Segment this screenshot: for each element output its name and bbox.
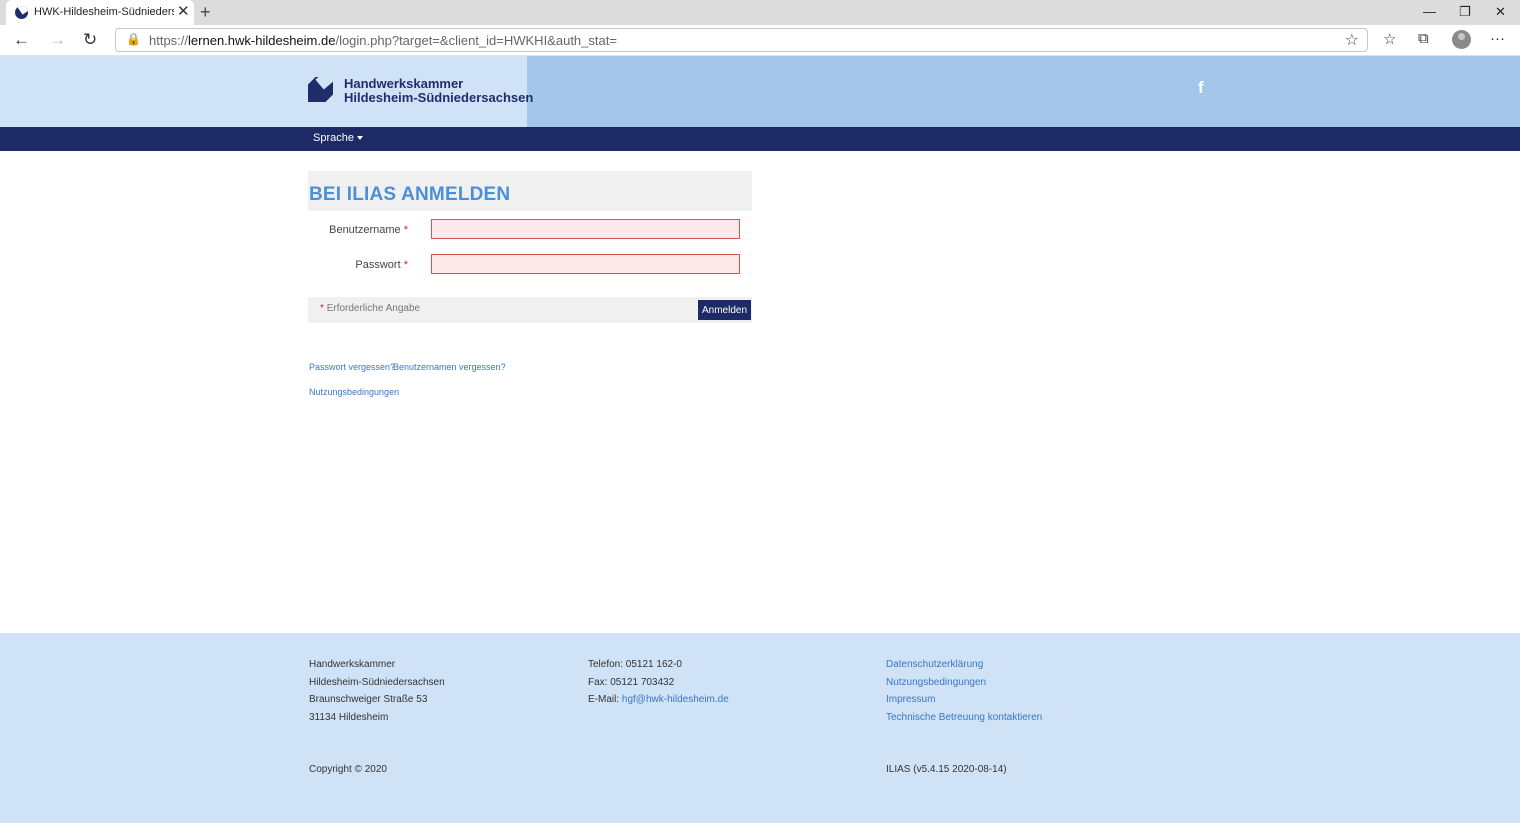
login-button[interactable]: Anmelden	[698, 300, 751, 320]
close-tab-icon[interactable]: ✕	[177, 4, 190, 20]
caret-down-icon	[356, 136, 363, 141]
forgot-password-link[interactable]: Passwort vergessen?	[309, 362, 395, 372]
forgot-username-link[interactable]: Benutzernamen vergessen?	[393, 362, 506, 372]
hwk-logo-icon[interactable]	[308, 77, 333, 102]
password-label: Passwort *	[355, 259, 408, 271]
profile-avatar-icon[interactable]	[1452, 30, 1471, 49]
required-note: * Erforderliche Angabe	[320, 303, 421, 314]
new-tab-button[interactable]: +	[200, 2, 211, 22]
privacy-link[interactable]: Datenschutzerklärung	[886, 656, 1042, 674]
footer-fax: Fax: 05121 703432	[588, 676, 675, 688]
ilias-version: ILIAS (v5.4.15 2020-08-14)	[886, 764, 1007, 775]
site-favicon-icon	[15, 6, 28, 19]
favorites-icon[interactable]: ☆	[1383, 30, 1396, 48]
facebook-icon[interactable]: f	[1198, 78, 1204, 98]
email-link[interactable]: hgf@hwk-hildesheim.de	[622, 694, 729, 705]
more-menu-icon[interactable]: ···	[1490, 30, 1505, 47]
language-dropdown[interactable]: Sprache	[313, 132, 363, 144]
footer-terms-link[interactable]: Nutzungsbedingungen	[886, 674, 1042, 692]
lock-icon[interactable]: 🔒	[126, 32, 141, 46]
footer-links: Datenschutzerklärung Nutzungsbedingungen…	[886, 656, 1042, 726]
address-bar[interactable]: 🔒 https://lernen.hwk-hildesheim.de/login…	[115, 28, 1368, 52]
minimize-icon[interactable]: —	[1423, 3, 1436, 21]
browser-toolbar: ← → ↻ 🔒 https://lernen.hwk-hildesheim.de…	[0, 25, 1520, 56]
window-close-icon[interactable]: ✕	[1495, 3, 1506, 21]
imprint-link[interactable]: Impressum	[886, 691, 1042, 709]
browser-tabbar: HWK-Hildesheim-Südniedersachsen ✕ + — ❐ …	[0, 0, 1520, 25]
login-title: BEI ILIAS ANMELDEN	[309, 184, 511, 205]
footer-phone: Telefon: 05121 162-0	[588, 659, 682, 670]
username-label: Benutzername *	[329, 224, 408, 236]
reload-icon[interactable]: ↻	[83, 29, 97, 51]
form-footer: * Erforderliche Angabe	[308, 297, 752, 323]
site-logo-text[interactable]: Handwerkskammer Hildesheim-Südniedersach…	[344, 77, 533, 105]
copyright: Copyright © 2020	[309, 764, 387, 775]
terms-link[interactable]: Nutzungsbedingungen	[309, 387, 399, 397]
bookmark-star-icon[interactable]: ☆	[1345, 30, 1359, 50]
tab-title: HWK-Hildesheim-Südniedersachsen	[34, 6, 174, 18]
password-input[interactable]	[431, 254, 740, 274]
footer-address: Handwerkskammer Hildesheim-Südniedersach…	[309, 659, 445, 723]
main-navbar: Sprache	[0, 127, 1520, 151]
browser-tab[interactable]: HWK-Hildesheim-Südniedersachsen ✕	[6, 0, 194, 25]
username-input[interactable]	[431, 219, 740, 239]
forward-icon[interactable]: →	[49, 29, 66, 51]
restore-icon[interactable]: ❐	[1459, 3, 1471, 21]
back-icon[interactable]: ←	[13, 29, 30, 51]
tech-support-link[interactable]: Technische Betreuung kontaktieren	[886, 709, 1042, 727]
collections-icon[interactable]: ⧉	[1418, 30, 1429, 47]
footer-email: E-Mail: hgf@hwk-hildesheim.de	[588, 694, 729, 705]
login-header: BEI ILIAS ANMELDEN	[308, 171, 752, 211]
page-footer: Handwerkskammer Hildesheim-Südniedersach…	[0, 633, 1520, 823]
footer-contact: Telefon: 05121 162-0 Fax: 05121 703432 E…	[588, 656, 729, 709]
header-banner	[527, 56, 1520, 127]
url-text[interactable]: https://lernen.hwk-hildesheim.de/login.p…	[149, 33, 617, 48]
